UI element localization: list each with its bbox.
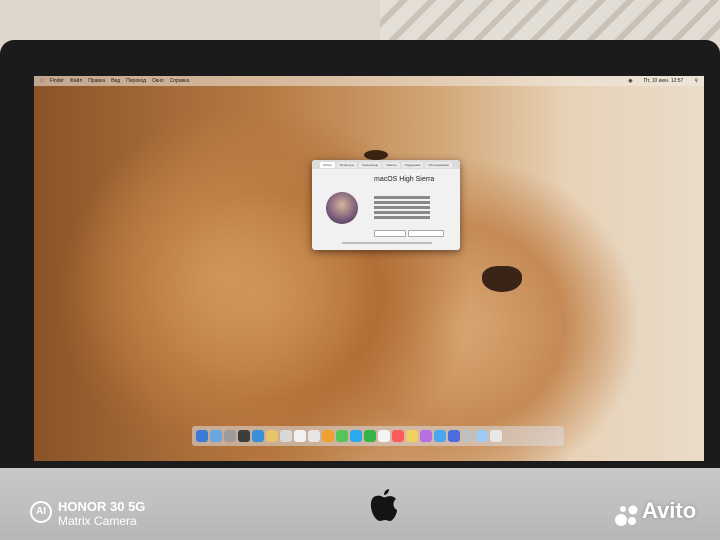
spec-line-graphics xyxy=(374,211,454,214)
dock-app-icon[interactable] xyxy=(476,430,488,442)
dock-app-icon[interactable] xyxy=(196,430,208,442)
dock-app-icon[interactable] xyxy=(448,430,460,442)
dock-app-icon[interactable] xyxy=(210,430,222,442)
software-update-button[interactable] xyxy=(408,230,444,237)
clock[interactable]: Пт, 10 июн. 12:57 xyxy=(644,78,684,84)
tab-memory[interactable]: Память xyxy=(383,161,400,168)
dock-app-icon[interactable] xyxy=(280,430,292,442)
dock-app-icon[interactable] xyxy=(252,430,264,442)
dock-app-icon[interactable] xyxy=(420,430,432,442)
lion-eye xyxy=(364,150,388,160)
dock xyxy=(192,426,564,446)
tab-storage[interactable]: Хранилище xyxy=(359,161,382,168)
spec-line-memory xyxy=(374,206,454,209)
avito-logo-icon xyxy=(615,505,638,526)
dock-app-icon[interactable] xyxy=(308,430,320,442)
search-icon[interactable]: ⚲ xyxy=(694,78,698,84)
dock-app-icon[interactable] xyxy=(238,430,250,442)
menu-item-finder[interactable]: Finder xyxy=(50,78,64,84)
apple-menu-icon[interactable]:  xyxy=(40,78,44,84)
menu-item-view[interactable]: Вид xyxy=(111,78,120,84)
apple-logo-icon xyxy=(370,489,397,521)
system-report-button[interactable] xyxy=(374,230,406,237)
dock-app-icon[interactable] xyxy=(462,430,474,442)
lion-mane xyxy=(74,106,374,446)
about-this-mac-window[interactable]: Обзор Мониторы Хранилище Память Поддержк… xyxy=(312,160,460,250)
avito-watermark: Avito xyxy=(642,498,697,523)
about-window-tabs: Обзор Мониторы Хранилище Память Поддержк… xyxy=(312,160,460,169)
menu-item-window[interactable]: Окно xyxy=(152,78,164,84)
imac-screen:  Finder Файл Правка Вид Переход Окно Сп… xyxy=(34,76,704,461)
tab-support[interactable]: Поддержка xyxy=(401,161,424,168)
dock-app-icon[interactable] xyxy=(434,430,446,442)
about-footer xyxy=(342,242,432,244)
dock-app-icon[interactable] xyxy=(406,430,418,442)
dock-app-icon[interactable] xyxy=(336,430,348,442)
menu-bar:  Finder Файл Правка Вид Переход Окно Сп… xyxy=(34,76,704,86)
dock-app-icon[interactable] xyxy=(322,430,334,442)
tab-service[interactable]: Обслуживание xyxy=(425,161,453,168)
camera-label: Matrix Camera xyxy=(58,514,137,528)
tab-displays[interactable]: Мониторы xyxy=(336,161,357,168)
menu-item-file[interactable]: Файл xyxy=(70,78,82,84)
spec-line-processor xyxy=(374,201,454,204)
dock-app-icon[interactable] xyxy=(378,430,390,442)
dock-app-icon[interactable] xyxy=(224,430,236,442)
macos-disk-icon xyxy=(326,192,358,224)
tab-overview[interactable]: Обзор xyxy=(319,161,335,168)
dock-app-icon[interactable] xyxy=(294,430,306,442)
menu-item-edit[interactable]: Правка xyxy=(88,78,105,84)
wifi-icon[interactable]: ◉ xyxy=(628,78,632,84)
os-name: macOS High Sierra xyxy=(374,176,435,183)
lion-nose xyxy=(482,266,522,292)
menu-item-help[interactable]: Справка xyxy=(170,78,190,84)
ai-badge-icon: AI xyxy=(30,501,52,523)
dock-app-icon[interactable] xyxy=(350,430,362,442)
dock-app-icon[interactable] xyxy=(392,430,404,442)
phone-brand: HONOR 30 5G xyxy=(58,499,146,514)
spec-line-serial xyxy=(374,216,454,219)
dock-app-icon[interactable] xyxy=(364,430,376,442)
menu-item-go[interactable]: Переход xyxy=(126,78,146,84)
spec-line-model xyxy=(374,196,454,199)
dock-app-icon[interactable] xyxy=(266,430,278,442)
dock-app-icon[interactable] xyxy=(490,430,502,442)
